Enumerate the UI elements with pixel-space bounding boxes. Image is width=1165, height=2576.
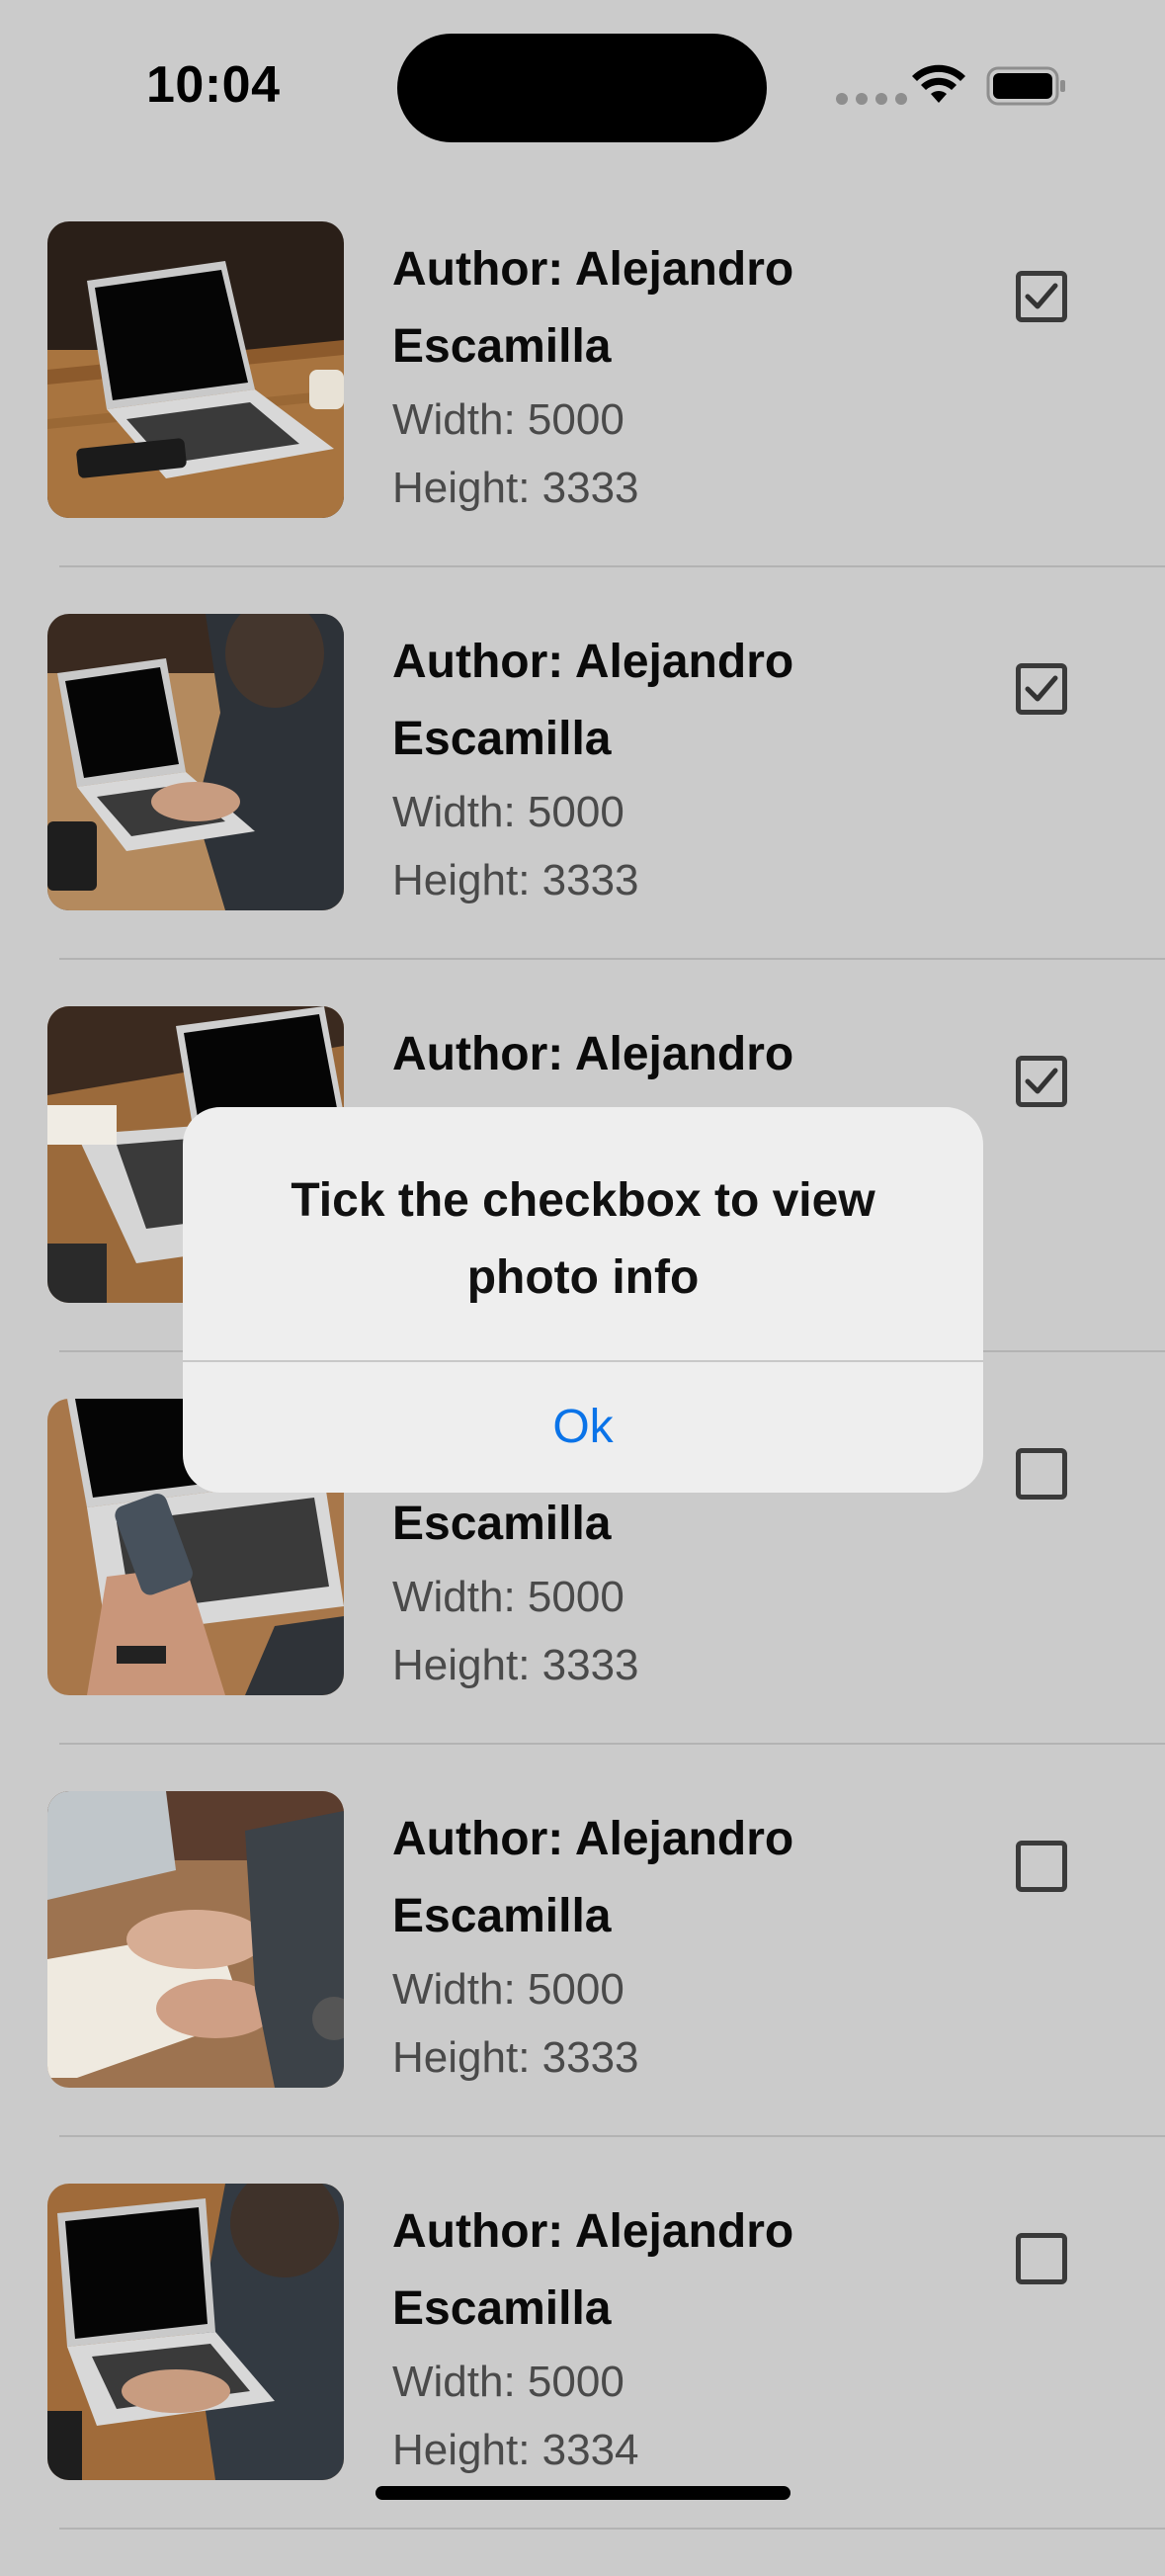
photo-width: Width: 5000: [392, 2358, 624, 2406]
row-divider: [59, 1743, 1165, 1745]
photo-height: Height: 3333: [392, 856, 639, 904]
checkmark-icon: [1025, 283, 1058, 309]
photo-author: Author: Alejandro Escamilla: [392, 636, 794, 765]
checkmark-icon: [1025, 1068, 1058, 1094]
dynamic-island: [397, 34, 767, 142]
photo-checkbox-checked[interactable]: [1016, 271, 1067, 322]
status-time: 10:04: [146, 56, 281, 114]
photo-width: Width: 5000: [392, 1965, 624, 2014]
list-item: Author: Alejandro Escamilla Width: 5000 …: [0, 221, 1165, 614]
alert-dialog: Tick the checkbox to view photo info Ok: [183, 1107, 983, 1493]
photo-checkbox-checked[interactable]: [1016, 1056, 1067, 1107]
photo-width: Width: 5000: [392, 395, 624, 444]
cellular-signal-icon: [836, 93, 907, 105]
row-divider: [59, 2528, 1165, 2530]
photo-thumbnail: [47, 221, 344, 518]
ok-button[interactable]: Ok: [183, 1362, 983, 1493]
photo-thumbnail: [47, 2184, 344, 2480]
photo-author: Author: Alejandro Escamilla: [392, 1813, 794, 1942]
photo-info: Author: Alejandro Escamilla Width: 5000 …: [392, 624, 946, 914]
photo-height: Height: 3333: [392, 2033, 639, 2082]
photo-author: Author: Alejandro Escamilla: [392, 243, 794, 373]
photo-checkbox-unchecked[interactable]: [1016, 1448, 1067, 1500]
photo-width: Width: 5000: [392, 788, 624, 836]
photo-thumbnail: [47, 614, 344, 910]
status-bar: 10:04: [0, 0, 1165, 168]
photo-width: Width: 5000: [392, 1573, 624, 1621]
photo-height: Height: 3334: [392, 2426, 639, 2474]
row-divider: [59, 565, 1165, 567]
list-item: Author: Alejandro Escamilla Width: 5000 …: [0, 614, 1165, 1006]
photo-thumbnail: [47, 1791, 344, 2088]
row-divider: [59, 2135, 1165, 2137]
wifi-icon: [912, 64, 965, 103]
photo-info: Author: Alejandro Escamilla Width: 5000 …: [392, 231, 946, 522]
row-divider: [59, 958, 1165, 960]
photo-checkbox-unchecked[interactable]: [1016, 1841, 1067, 1892]
photo-info: Author: Alejandro Escamilla Width: 5000 …: [392, 2193, 946, 2484]
battery-icon: [986, 66, 1065, 106]
alert-message: Tick the checkbox to view photo info: [291, 1174, 875, 1304]
list-item: Author: Alejandro Escamilla Width: 5000 …: [0, 1791, 1165, 2184]
home-indicator: [375, 2486, 791, 2500]
photo-author: Author: Alejandro Escamilla: [392, 2205, 794, 2335]
photo-height: Height: 3333: [392, 1641, 639, 1689]
photo-height: Height: 3333: [392, 464, 639, 512]
list-item: Author: Alejandro Escamilla Width: 5000 …: [0, 2184, 1165, 2576]
checkmark-icon: [1025, 675, 1058, 702]
photo-checkbox-unchecked[interactable]: [1016, 2233, 1067, 2284]
photo-checkbox-checked[interactable]: [1016, 663, 1067, 715]
photo-info: Author: Alejandro Escamilla Width: 5000 …: [392, 1801, 946, 2092]
